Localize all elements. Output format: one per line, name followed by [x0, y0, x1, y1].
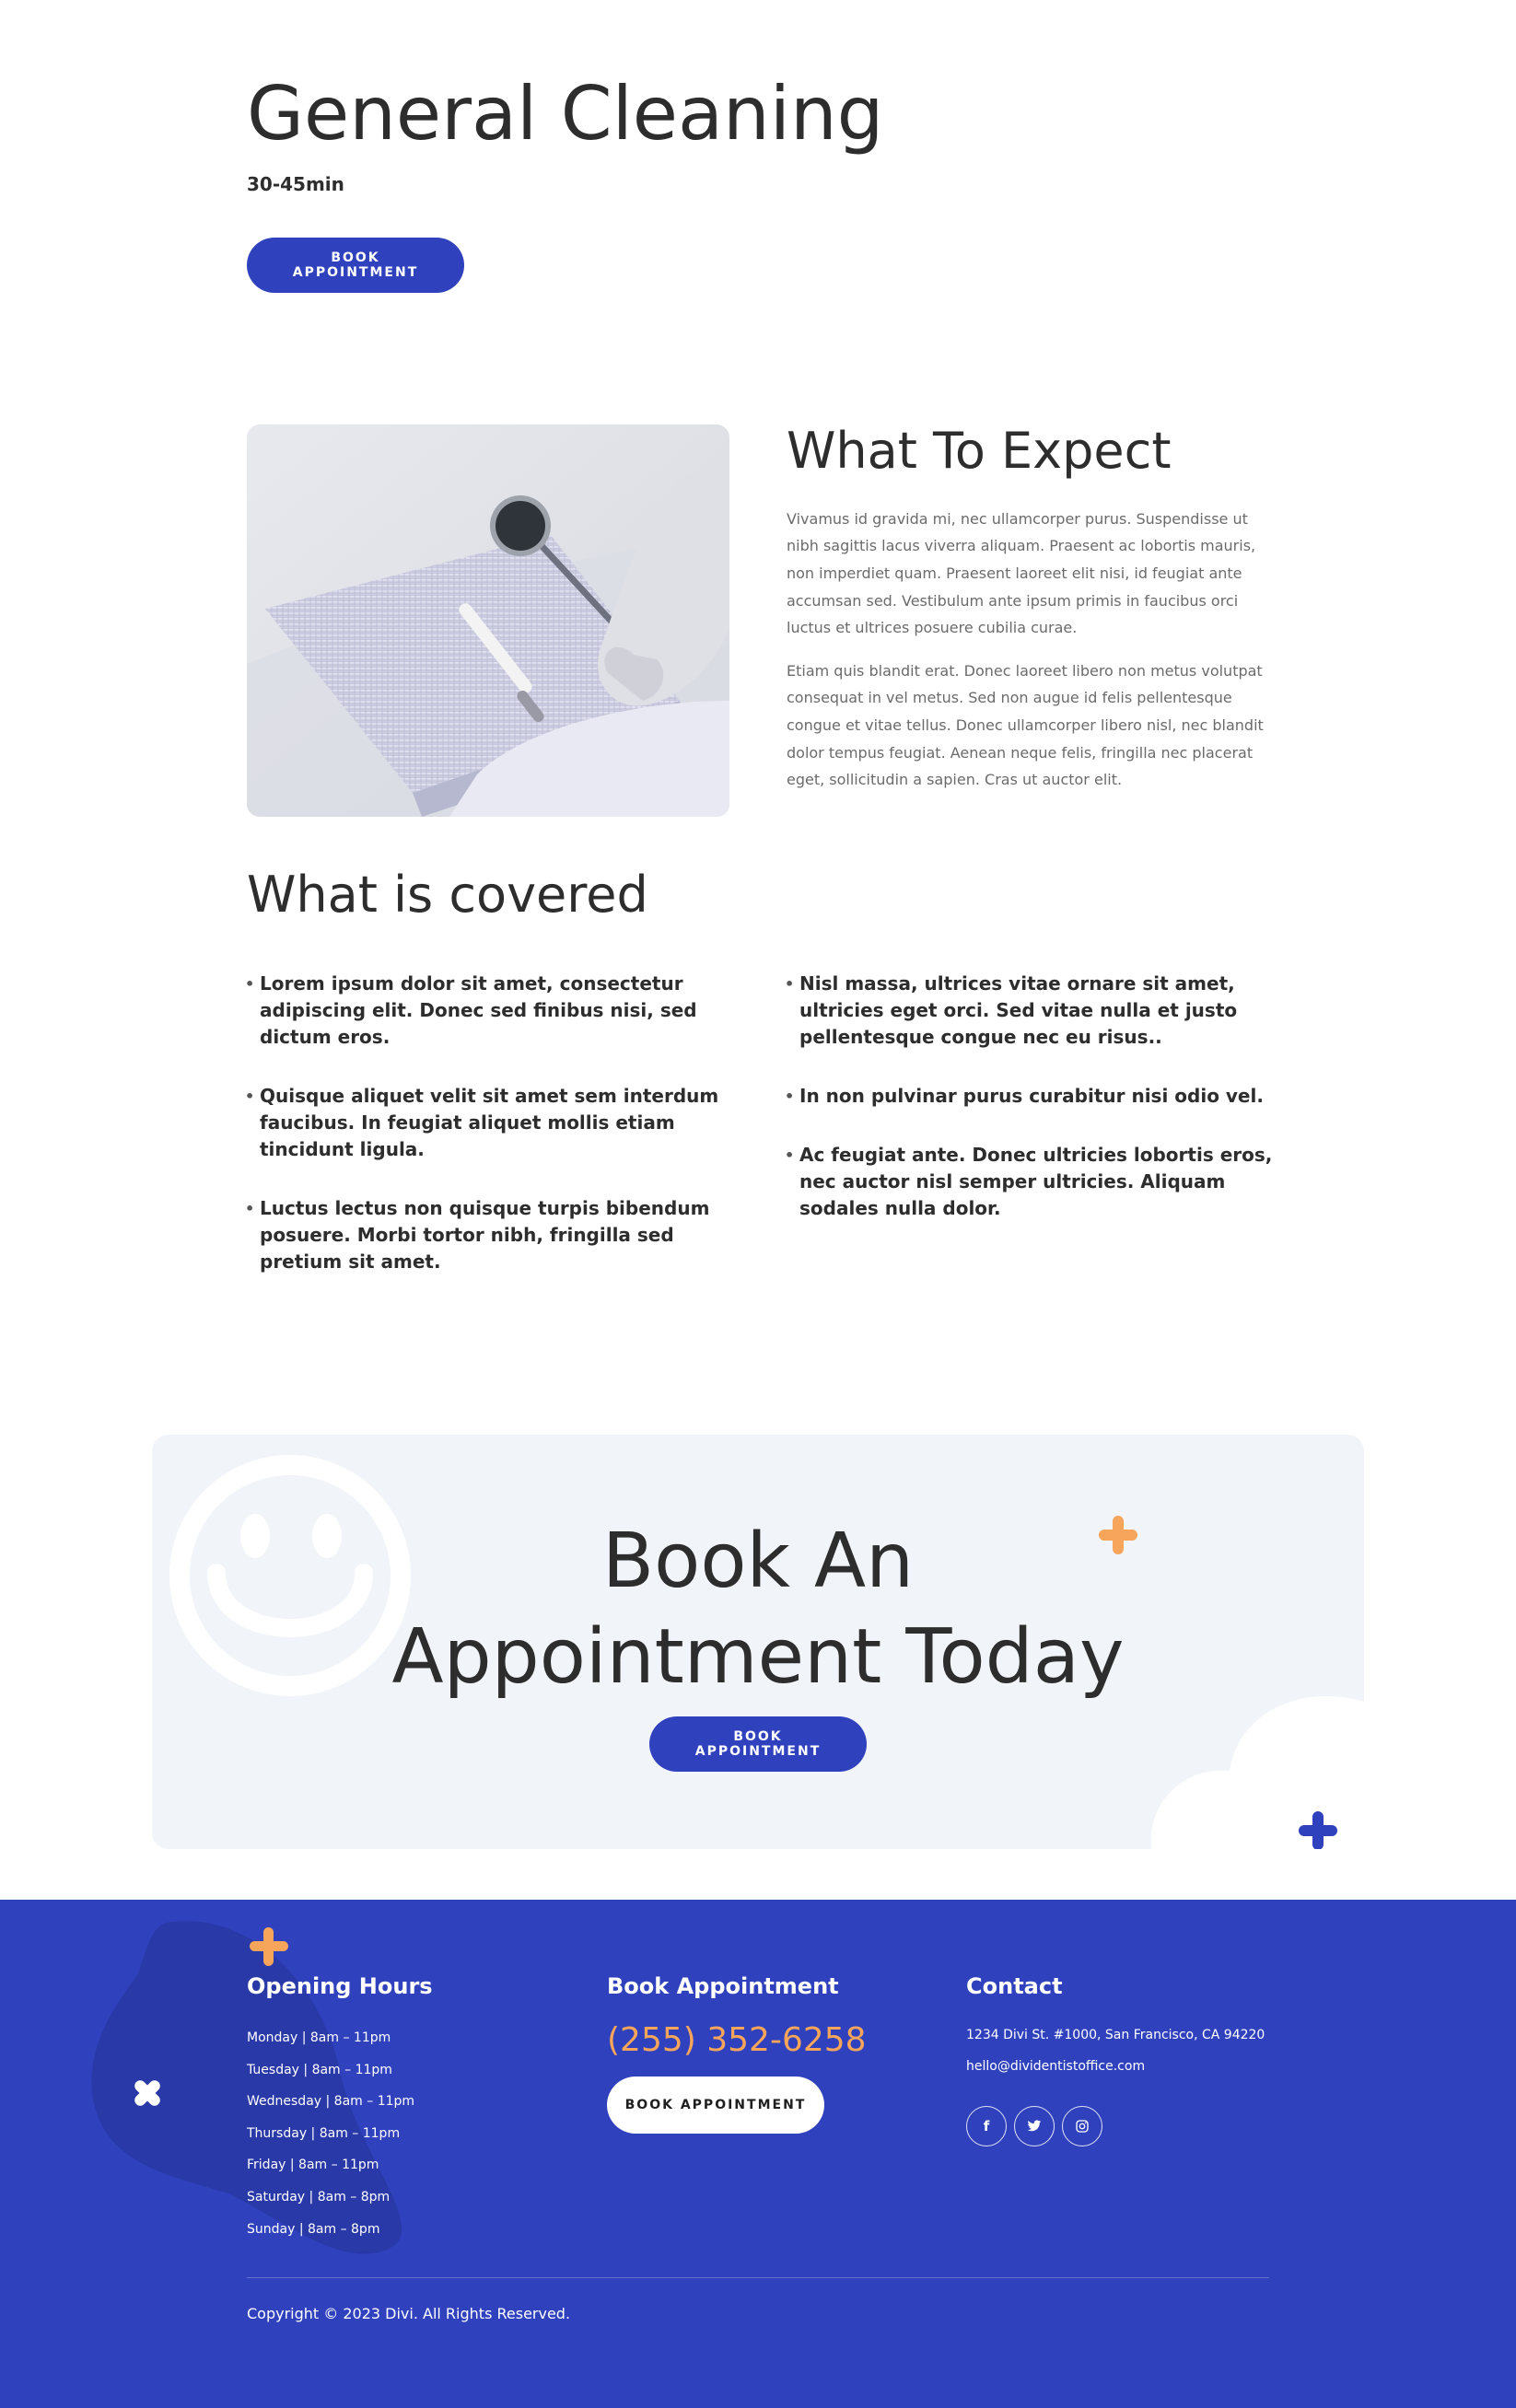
list-item: Wednesday | 8am – 11pm	[247, 2094, 415, 2110]
page-title: General Cleaning	[247, 71, 884, 157]
dental-mirror-image	[247, 425, 729, 817]
list-item: Tuesday | 8am – 11pm	[247, 2062, 392, 2077]
list-item: Friday | 8am – 11pm	[247, 2158, 379, 2173]
list-item: Sunday | 8am – 8pm	[247, 2221, 380, 2237]
book-appointment-button-cta[interactable]: BOOK APPOINTMENT	[649, 1716, 867, 1772]
list-item: Monday | 8am – 11pm	[247, 2030, 391, 2045]
list-item: Lorem ipsum dolor sit amet, consectetur …	[245, 971, 735, 1051]
phone-link[interactable]: (255) 352-6258	[607, 2021, 920, 2059]
book-appointment-cta: Book An Appointment Today BOOK APPOINTME…	[152, 1435, 1364, 1849]
cta-title-line: Book An	[601, 1518, 915, 1605]
list-item: In non pulvinar purus curabitur nisi odi…	[785, 1083, 1275, 1110]
book-appointment-title: Book Appointment	[607, 1973, 839, 1999]
footer: Opening Hours Monday | 8am – 11pm Tuesda…	[0, 1900, 1516, 2408]
footer-divider	[247, 2277, 1269, 2278]
twitter-icon[interactable]	[1014, 2106, 1055, 2146]
covered-list-right: Nisl massa, ultrices vitae ornare sit am…	[785, 971, 1275, 1254]
email-link[interactable]: hello@dividentistoffice.com	[966, 2051, 1279, 2082]
covered-list-left: Lorem ipsum dolor sit amet, consectetur …	[245, 971, 735, 1308]
list-item: Nisl massa, ultrices vitae ornare sit am…	[785, 971, 1275, 1051]
opening-hours-list: Monday | 8am – 11pm Tuesday | 8am – 11pm…	[247, 2022, 560, 2245]
copyright: Copyright © 2023 Divi. All Rights Reserv…	[247, 2305, 571, 2322]
contact-title: Contact	[966, 1973, 1063, 1999]
contact-column: Contact 1234 Divi St. #1000, San Francis…	[966, 1973, 1279, 2146]
service-duration: 30-45min	[247, 173, 344, 195]
list-item: Luctus lectus non quisque turpis bibendu…	[245, 1195, 735, 1275]
list-item: Ac feugiat ante. Donec ultricies loborti…	[785, 1142, 1275, 1222]
list-item: Saturday | 8am – 8pm	[247, 2189, 391, 2204]
facebook-icon[interactable]: f	[966, 2106, 1007, 2146]
expect-paragraph: Vivamus id gravida mi, nec ullamcorper p…	[787, 509, 1256, 637]
list-item: Quisque aliquet velit sit amet sem inter…	[245, 1083, 735, 1163]
address: 1234 Divi St. #1000, San Francisco, CA 9…	[966, 2028, 1265, 2042]
instagram-icon[interactable]	[1062, 2106, 1102, 2146]
cta-title: Book An Appointment Today	[152, 1514, 1364, 1705]
list-item: Thursday | 8am – 11pm	[247, 2125, 401, 2141]
what-to-expect-title: What To Expect	[787, 422, 1172, 480]
what-to-expect-section: What To Expect Vivamus id gravida mi, ne…	[787, 422, 1275, 794]
opening-hours-column: Opening Hours Monday | 8am – 11pm Tuesda…	[247, 1973, 560, 2245]
book-appointment-button-hero[interactable]: BOOK APPOINTMENT	[247, 238, 464, 293]
book-appointment-button-footer[interactable]: BOOK APPOINTMENT	[607, 2076, 824, 2134]
what-is-covered-title: What is covered	[247, 866, 648, 924]
expect-paragraph: Etiam quis blandit erat. Donec laoreet l…	[787, 661, 1264, 789]
social-links: f	[966, 2106, 1279, 2146]
hero-section: General Cleaning 30-45min BOOK APPOINTME…	[247, 71, 1269, 293]
opening-hours-title: Opening Hours	[247, 1973, 433, 1999]
book-appointment-column: Book Appointment (255) 352-6258 BOOK APP…	[607, 1973, 920, 2134]
cta-title-line: Appointment Today	[391, 1613, 1125, 1701]
